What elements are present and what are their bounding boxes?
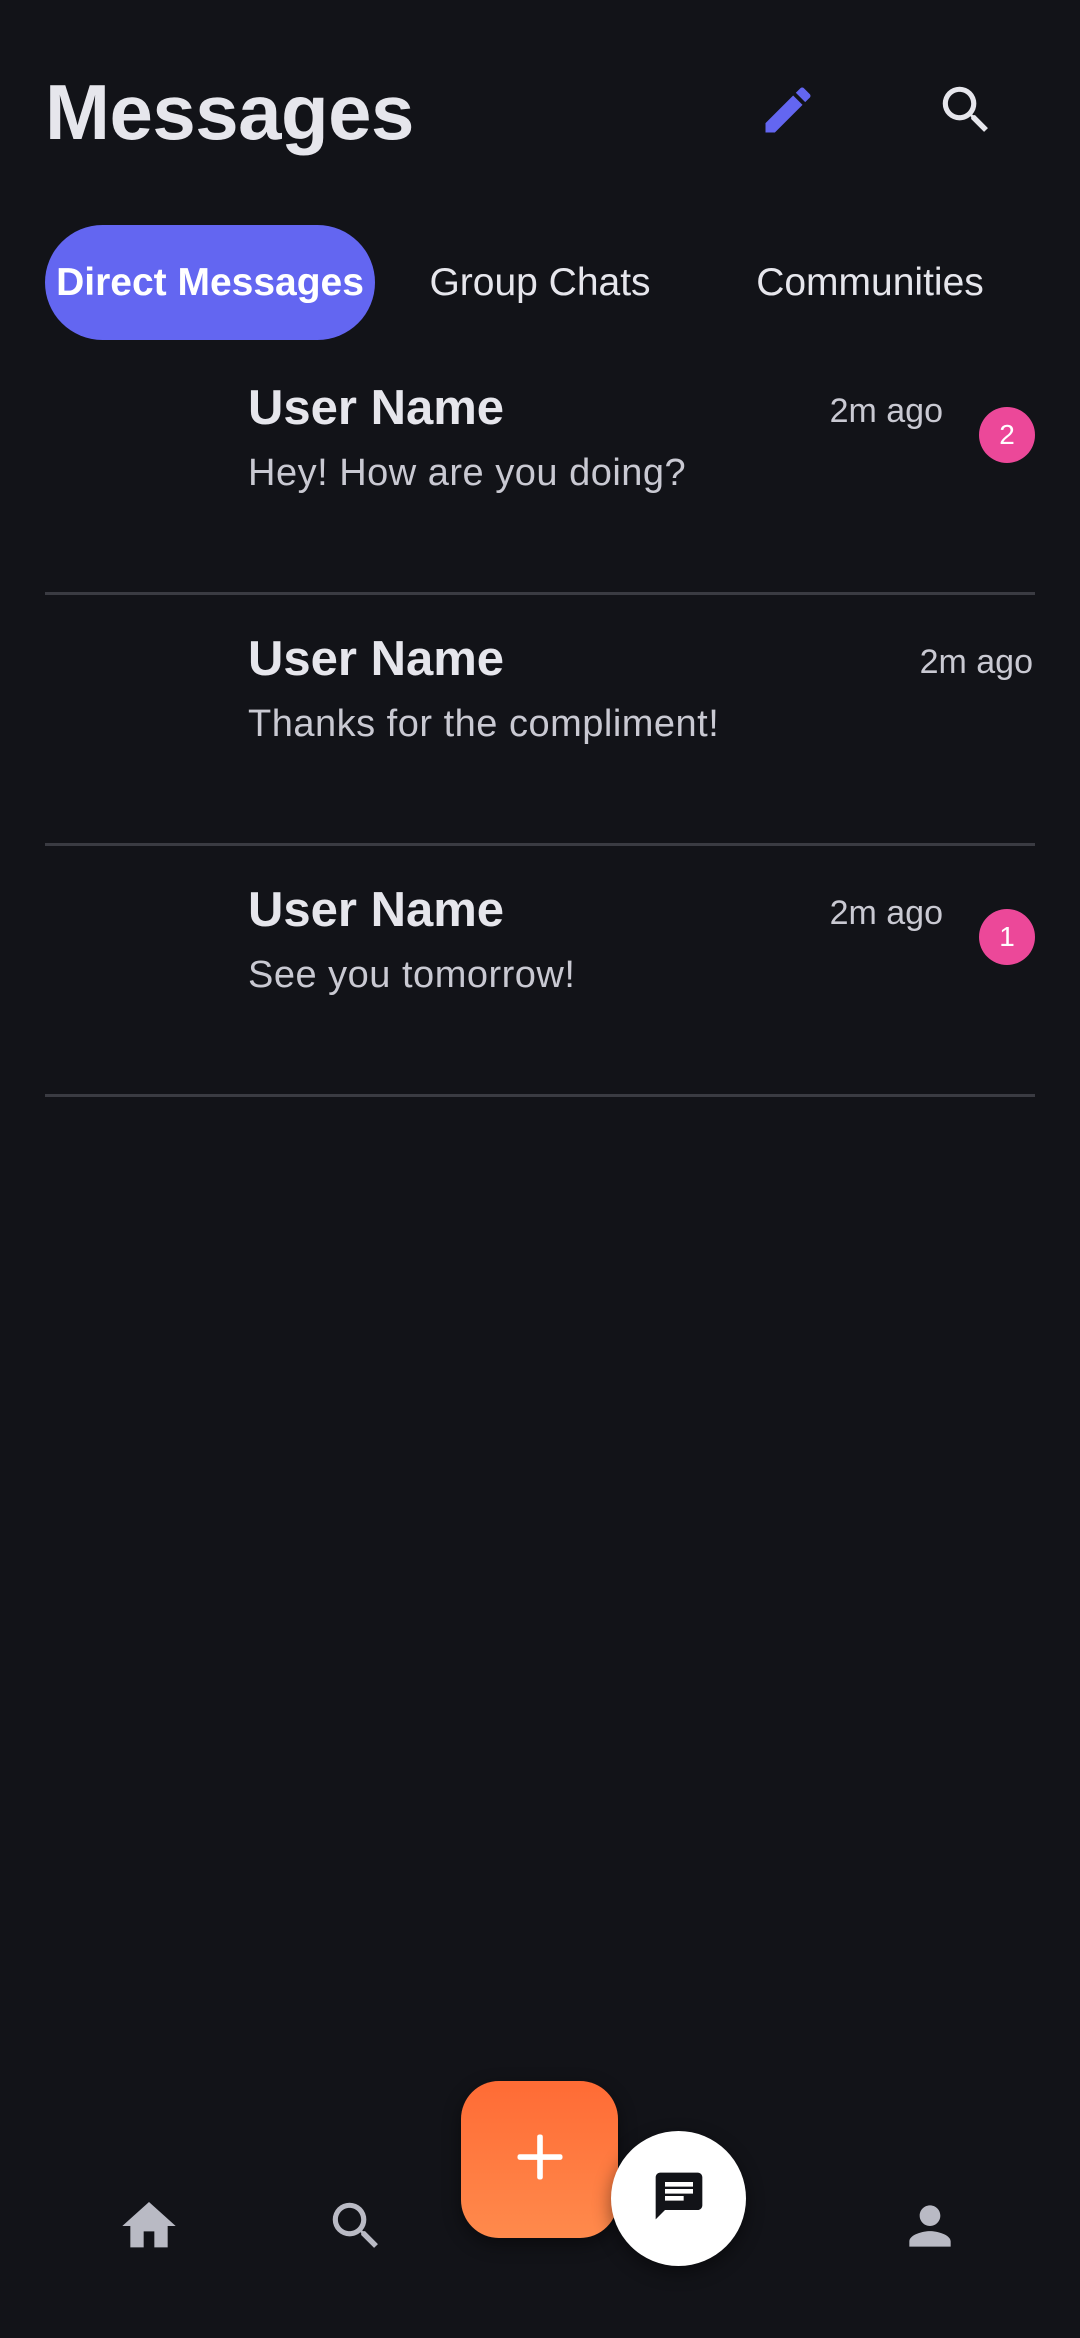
add-button[interactable] <box>461 2081 618 2238</box>
search-button[interactable] <box>918 64 1014 160</box>
nav-profile-button[interactable] <box>880 2178 980 2278</box>
conversation-row[interactable]: User Name Thanks for the compliment! 2m … <box>45 593 1035 846</box>
tab-group-chats[interactable]: Group Chats <box>375 225 705 340</box>
conversation-time: 2m ago <box>919 643 1033 681</box>
chat-icon <box>651 2168 707 2229</box>
compose-button[interactable] <box>740 64 836 160</box>
conversation-time: 2m ago <box>829 392 943 430</box>
nav-search-button[interactable] <box>306 2178 406 2278</box>
messages-button[interactable] <box>611 2131 746 2266</box>
conversation-preview: See you tomorrow! <box>248 954 576 996</box>
conversation-time: 2m ago <box>829 894 943 932</box>
unread-badge: 1 <box>979 909 1035 965</box>
profile-icon <box>899 2195 961 2262</box>
conversation-name: User Name <box>248 883 505 937</box>
home-icon <box>117 2194 181 2263</box>
unread-badge: 2 <box>979 407 1035 463</box>
plus-icon <box>513 2130 567 2189</box>
conversation-preview: Thanks for the compliment! <box>248 703 720 745</box>
conversation-row[interactable]: User Name Hey! How are you doing? 2m ago… <box>45 342 1035 595</box>
nav-home-button[interactable] <box>99 2178 199 2278</box>
conversation-row[interactable]: User Name See you tomorrow! 2m ago 1 <box>45 844 1035 1097</box>
tab-direct-messages[interactable]: Direct Messages <box>45 225 375 340</box>
search-icon <box>325 2195 387 2262</box>
pencil-icon <box>758 80 818 145</box>
page-title: Messages <box>45 68 414 156</box>
conversation-name: User Name <box>248 381 505 435</box>
tab-bar: Direct Messages Group Chats Communities <box>45 225 1035 340</box>
conversation-preview: Hey! How are you doing? <box>248 452 687 494</box>
conversation-name: User Name <box>248 632 505 686</box>
tab-communities[interactable]: Communities <box>705 225 1035 340</box>
search-icon <box>935 79 997 146</box>
